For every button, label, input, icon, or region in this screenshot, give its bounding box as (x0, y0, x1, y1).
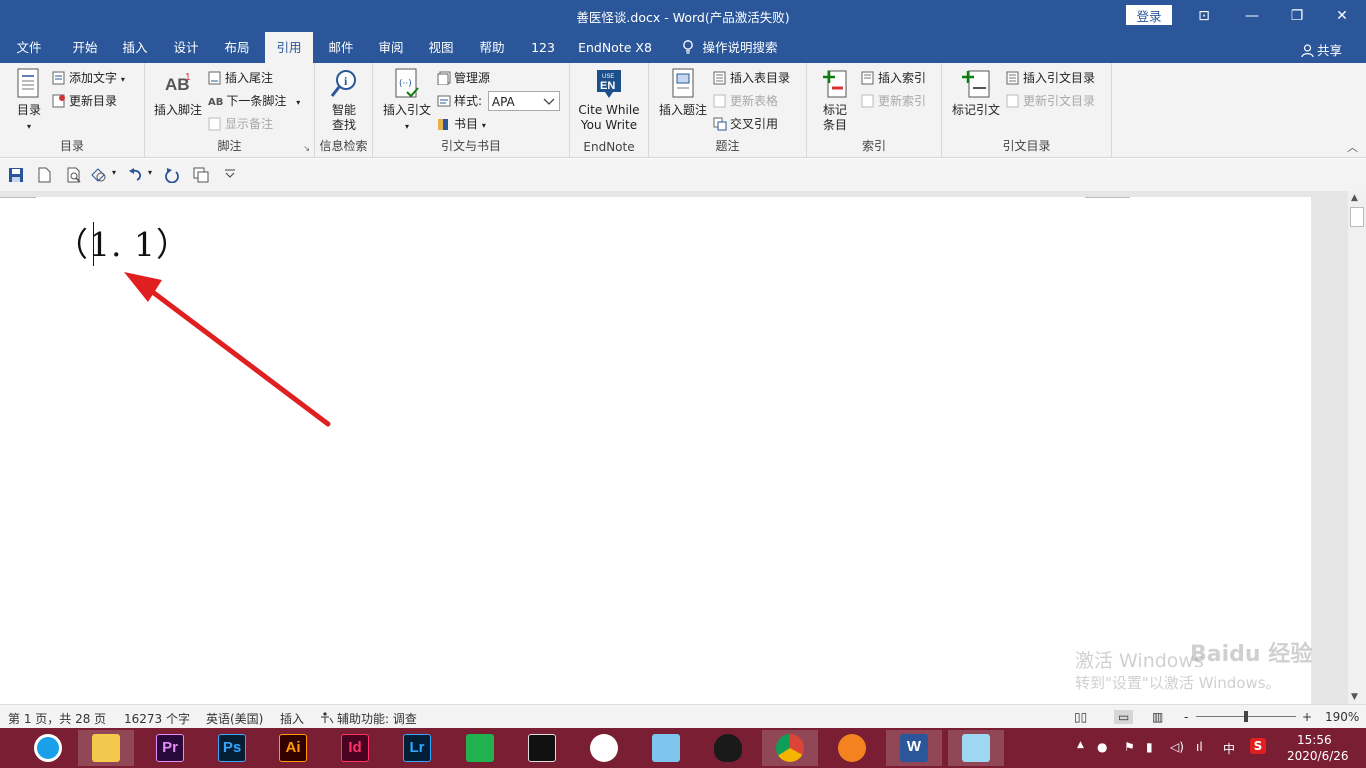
clock-date[interactable]: 2020/6/26 (1287, 749, 1349, 763)
film-icon (528, 734, 556, 762)
taskbar-file-explorer[interactable] (78, 730, 134, 766)
taskbar-qq[interactable] (700, 730, 756, 766)
notepad-icon (962, 734, 990, 762)
clock-time[interactable]: 15:56 (1297, 733, 1332, 747)
taskbar-premiere[interactable]: Pr (142, 730, 198, 766)
tray-expand-icon[interactable]: ▲ (1077, 740, 1084, 750)
green-app-icon (466, 734, 494, 762)
taskbar-blue-app[interactable] (948, 730, 1004, 766)
taskbar-indesign[interactable]: Id (327, 730, 383, 766)
ime-indicator[interactable]: 中 (1223, 740, 1235, 757)
taskbar-green-app[interactable] (452, 730, 508, 766)
zoom-slider-thumb[interactable] (1244, 711, 1248, 722)
taskbar-word[interactable]: W (886, 730, 942, 766)
taskbar-illustrator[interactable]: Ai (265, 730, 321, 766)
taskbar-chrome[interactable] (762, 730, 818, 766)
illustrator-icon: Ai (279, 734, 307, 762)
word-count[interactable]: 16273 个字 (124, 710, 190, 727)
taskbar-video-app[interactable] (514, 730, 570, 766)
qq-penguin-icon (714, 734, 742, 762)
zoom-level[interactable]: 190% (1325, 710, 1359, 724)
word-icon: W (900, 734, 928, 762)
scroll-down-icon[interactable]: ▼ (1351, 692, 1358, 702)
chrome-icon (776, 734, 804, 762)
taskbar-browser[interactable] (20, 730, 76, 766)
zoom-in-button[interactable]: + (1302, 710, 1312, 724)
scroll-thumb[interactable] (1350, 207, 1364, 227)
sogou-ime-icon[interactable]: S (1250, 738, 1266, 754)
volume-icon[interactable]: ◁) (1170, 740, 1184, 754)
folder-icon (92, 734, 120, 762)
wifi-icon[interactable]: ıl (1196, 740, 1203, 754)
battery-icon[interactable]: ▮ (1146, 740, 1153, 754)
print-layout-icon[interactable]: ▭ (1114, 710, 1134, 724)
insert-mode[interactable]: 插入 (280, 710, 304, 727)
taskbar-orange-app[interactable] (824, 730, 880, 766)
scroll-up-icon[interactable]: ▲ (1351, 193, 1358, 203)
orange-app-icon (838, 734, 866, 762)
status-bar: 第 1 页，共 28 页 16273 个字 英语(美国) 插入 辅助功能: 调查… (0, 704, 1366, 728)
lightroom-icon: Lr (403, 734, 431, 762)
cat-app-icon (652, 734, 680, 762)
accessibility-icon (321, 712, 334, 724)
network-warning-icon[interactable]: ⚑ (1124, 740, 1135, 754)
taskbar-cat-app[interactable] (638, 730, 694, 766)
taskbar-lightroom[interactable]: Lr (389, 730, 445, 766)
qq-tray-icon[interactable]: ● (1097, 740, 1107, 754)
taskbar-red-app[interactable] (576, 730, 632, 766)
annotation-arrow (124, 272, 331, 427)
photoshop-icon: Ps (218, 734, 246, 762)
taskbar-photoshop[interactable]: Ps (204, 730, 260, 766)
browser-icon (34, 734, 62, 762)
page-count[interactable]: 第 1 页，共 28 页 (8, 710, 106, 727)
accessibility-status[interactable]: 辅助功能: 调查 (320, 710, 417, 727)
zoom-out-button[interactable]: - (1184, 710, 1188, 724)
language-indicator[interactable]: 英语(美国) (206, 710, 263, 727)
accessibility-label: 辅助功能: 调查 (337, 712, 417, 726)
read-mode-icon[interactable]: ▯▯ (1074, 710, 1087, 724)
taskbar: Pr Ps Ai Id Lr W ▲ ● ⚑ ▮ ◁) ıl 中 S 15:56 (0, 728, 1366, 768)
red-green-app-icon (590, 734, 618, 762)
vertical-scrollbar[interactable]: ▲ ▼ (1348, 191, 1366, 704)
indesign-icon: Id (341, 734, 369, 762)
web-layout-icon[interactable]: ▥ (1152, 710, 1163, 724)
premiere-icon: Pr (156, 734, 184, 762)
